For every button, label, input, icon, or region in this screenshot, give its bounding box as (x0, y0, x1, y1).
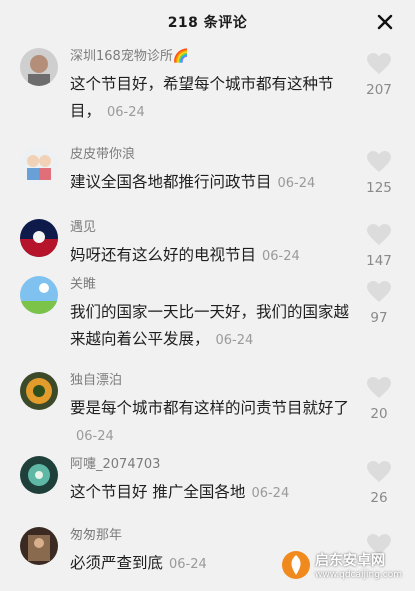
comment-count-title: 218 条评论 (167, 15, 248, 31)
comment-text: 要是每个城市都有这样的问责节目就好了 06-24 (70, 395, 355, 450)
comment-date: 06-24 (169, 557, 207, 572)
comments-header: 218 条评论 (0, 0, 415, 44)
heart-icon (367, 151, 391, 172)
comment-item: 独自漂泊 要是每个城市都有这样的问责节目就好了 06-24 20 (0, 372, 415, 452)
comments-panel: 218 条评论 深圳168宠物诊所🌈 这个节目好，希望每个城市都有这种节目， 06… (0, 0, 415, 591)
comment-item: 皮皮带你浪 建议全国各地都推行问政节目 06-24 125 (0, 146, 415, 208)
comment-body: 妈呀还有这么好的电视节目 (70, 246, 257, 264)
comment-body: 我们的国家一天比一天好，我们的国家越来越向着公平发展， (70, 303, 350, 348)
avatar[interactable] (20, 219, 58, 257)
like-button[interactable]: 125 (357, 150, 401, 196)
comment-date: 06-24 (215, 333, 254, 348)
comment-item: 遇见 妈呀还有这么好的电视节目 06-24 147 (0, 219, 415, 281)
like-button[interactable]: 20 (357, 376, 401, 422)
comment-body: 必须严查到底 (70, 554, 164, 572)
comment-text: 这个节目好，希望每个城市都有这种节目， 06-24 (70, 71, 355, 126)
like-count: 207 (366, 82, 392, 98)
heart-icon (367, 224, 391, 245)
like-count: 26 (370, 490, 388, 506)
like-button[interactable]: 147 (357, 223, 401, 269)
comment-username[interactable]: 独自漂泊 (70, 372, 355, 390)
comment-username[interactable]: 深圳168宠物诊所🌈 (70, 48, 355, 66)
watermark-url: www.qdcaijing.com (315, 570, 403, 580)
comment-text: 我们的国家一天比一天好，我们的国家越来越向着公平发展， 06-24 (70, 299, 355, 354)
comment-date: 06-24 (76, 429, 114, 444)
like-button[interactable]: 97 (357, 280, 401, 326)
like-button[interactable]: 207 (357, 52, 401, 98)
comment-item: 深圳168宠物诊所🌈 这个节目好，希望每个城市都有这种节目， 06-24 207 (0, 48, 415, 140)
comment-item: 关睢 我们的国家一天比一天好，我们的国家越来越向着公平发展， 06-24 97 (0, 276, 415, 368)
like-count: 147 (366, 253, 392, 269)
like-button[interactable]: 26 (357, 460, 401, 506)
avatar[interactable] (20, 527, 58, 565)
avatar[interactable] (20, 276, 58, 314)
comment-date: 06-24 (277, 176, 316, 191)
avatar[interactable] (20, 372, 58, 410)
watermark: 启东安卓网 www.qdcaijing.com (281, 541, 411, 589)
comment-body: 要是每个城市都有这样的问责节目就好了 (70, 399, 350, 417)
watermark-name: 启东安卓网 (315, 553, 385, 569)
comment-text: 妈呀还有这么好的电视节目 06-24 (70, 242, 355, 270)
heart-icon (367, 53, 391, 74)
watermark-logo (282, 551, 310, 579)
comment-body: 这个节目好 推广全国各地 (70, 483, 246, 501)
comment-body: 建议全国各地都推行问政节目 (70, 173, 272, 191)
comment-date: 06-24 (107, 105, 145, 120)
like-count: 20 (370, 406, 388, 422)
heart-icon (367, 461, 391, 482)
comment-username[interactable]: 关睢 (70, 276, 355, 294)
comment-text: 这个节目好 推广全国各地 06-24 (70, 479, 355, 507)
like-count: 125 (366, 180, 392, 196)
comment-username[interactable]: 遇见 (70, 219, 355, 237)
comment-username[interactable]: 皮皮带你浪 (70, 146, 355, 164)
avatar[interactable] (20, 48, 58, 86)
comment-date: 06-24 (262, 249, 300, 264)
heart-icon (367, 281, 391, 302)
comment-text: 建议全国各地都推行问政节目 06-24 (70, 169, 355, 197)
avatar[interactable] (20, 456, 58, 494)
avatar[interactable] (20, 146, 58, 184)
comment-date: 06-24 (251, 486, 290, 501)
heart-icon (367, 377, 391, 398)
like-count: 97 (370, 310, 388, 326)
comment-username[interactable]: 阿嚏_2074703 (70, 456, 355, 474)
comment-item: 阿嚏_2074703 这个节目好 推广全国各地 06-24 26 (0, 456, 415, 516)
close-icon[interactable] (373, 10, 397, 34)
